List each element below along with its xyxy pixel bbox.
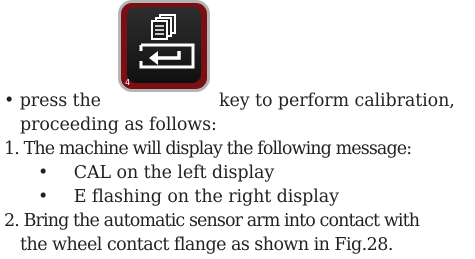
step-number: 1.: [4, 139, 20, 159]
intro-continuation: proceeding as follows:: [20, 115, 217, 135]
document-copy-enter-key-icon: 4: [118, 0, 210, 92]
step-text: Bring the automatic sensor arm into cont…: [23, 211, 420, 231]
bullet: •: [4, 91, 15, 111]
step-2-continuation: the wheel contact flange as shown in Fig…: [20, 235, 393, 255]
intro-after-key: key to perform calibration,: [219, 91, 455, 111]
step-2: 2. Bring the automatic sensor arm into c…: [4, 210, 420, 232]
key-glyph: [139, 14, 195, 69]
sub-item-text: E flashing on the right display: [73, 187, 339, 207]
step-number: 2.: [4, 211, 20, 231]
step-text: The machine will display the following m…: [23, 139, 413, 159]
bullet: •: [38, 163, 49, 183]
step-1: 1. The machine will display the followin…: [4, 138, 413, 160]
bullet: •: [38, 187, 49, 207]
sub-item-text: CAL on the left display: [73, 163, 275, 183]
intro-line: • press the: [4, 90, 101, 112]
sub-item: • E flashing on the right display: [38, 186, 339, 208]
manual-page: 4 • press the key to perform calibration…: [0, 0, 475, 259]
intro-before-key: press the: [19, 91, 101, 111]
sub-item: • CAL on the left display: [38, 162, 274, 184]
key-number: 4: [125, 78, 131, 87]
